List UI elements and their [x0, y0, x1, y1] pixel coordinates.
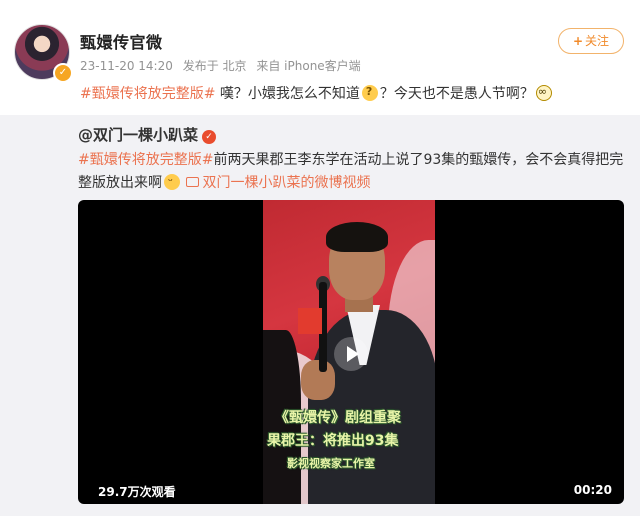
account-name[interactable]: 甄嬛传官微: [80, 29, 163, 53]
repost-author[interactable]: @双门一棵小趴菜 ✓: [78, 124, 217, 145]
play-icon[interactable]: [334, 337, 368, 371]
laughing-emoji-icon: [164, 174, 180, 190]
post-timestamp[interactable]: 23-11-20 14:20: [80, 59, 173, 73]
glasses-emoji-icon: [535, 85, 552, 101]
post-header: ✓ 甄嬛传官微 23-11-20 14:20 发布于 北京 来自 iPhone客…: [0, 0, 640, 115]
view-count: 29.7万次观看: [98, 485, 176, 499]
repost-text-end: 整版放出来啊: [78, 175, 162, 191]
man-hand: [301, 360, 335, 400]
microphone-flag: [298, 308, 322, 334]
man-hair: [326, 222, 388, 252]
plus-icon: +: [572, 34, 584, 48]
post-meta: 23-11-20 14:20 发布于 北京 来自 iPhone客户端: [80, 57, 367, 74]
video-link-icon: [186, 177, 200, 187]
post-source: 来自 iPhone客户端: [256, 59, 361, 73]
repost-topic-tag[interactable]: #甄嬛传将放完整版#: [78, 152, 213, 168]
post-text-part2: ？今天也不是愚人节啊？: [379, 86, 534, 102]
video-duration: 00:20: [573, 483, 612, 497]
topic-tag[interactable]: #甄嬛传将放完整版#: [80, 86, 215, 102]
repost-text-line1: #甄嬛传将放完整版#前两天果郡王李东学在活动上说了93集的甄嬛传，会不会真得把完: [78, 149, 623, 169]
video-caption-2: 果郡王：将推出93集: [267, 433, 399, 449]
video-player[interactable]: 《甄嬛传》剧组重聚 果郡王：将推出93集 影视视察家工作室 29.7万次观看 0…: [78, 200, 624, 504]
follow-button[interactable]: + 关注: [558, 28, 624, 54]
verified-red-icon: ✓: [202, 130, 217, 144]
post-text: #甄嬛传将放完整版# 嘆？小嬛我怎么不知道 ？今天也不是愚人节啊？: [80, 83, 554, 103]
follow-label: 关注: [585, 34, 610, 48]
video-link[interactable]: 双门一棵小趴菜的微博视频: [186, 175, 370, 191]
verified-badge-icon: ✓: [53, 63, 73, 83]
repost-box[interactable]: @双门一棵小趴菜 ✓ #甄嬛传将放完整版#前两天果郡王李东学在活动上说了93集的甄…: [0, 115, 640, 516]
thinking-emoji-icon: [361, 85, 378, 101]
post-text-part1: 嘆？小嬛我怎么不知道: [215, 86, 360, 102]
post-location: 发布于 北京: [182, 59, 247, 73]
repost-text-line2: 整版放出来啊 双门一棵小趴菜的微博视频: [78, 172, 370, 192]
repost-text: 前两天果郡王李东学在活动上说了93集的甄嬛传，会不会真得把完: [213, 152, 624, 168]
video-caption-1: 《甄嬛传》剧组重聚: [275, 410, 401, 426]
video-caption-3: 影视视察家工作室: [287, 457, 375, 470]
